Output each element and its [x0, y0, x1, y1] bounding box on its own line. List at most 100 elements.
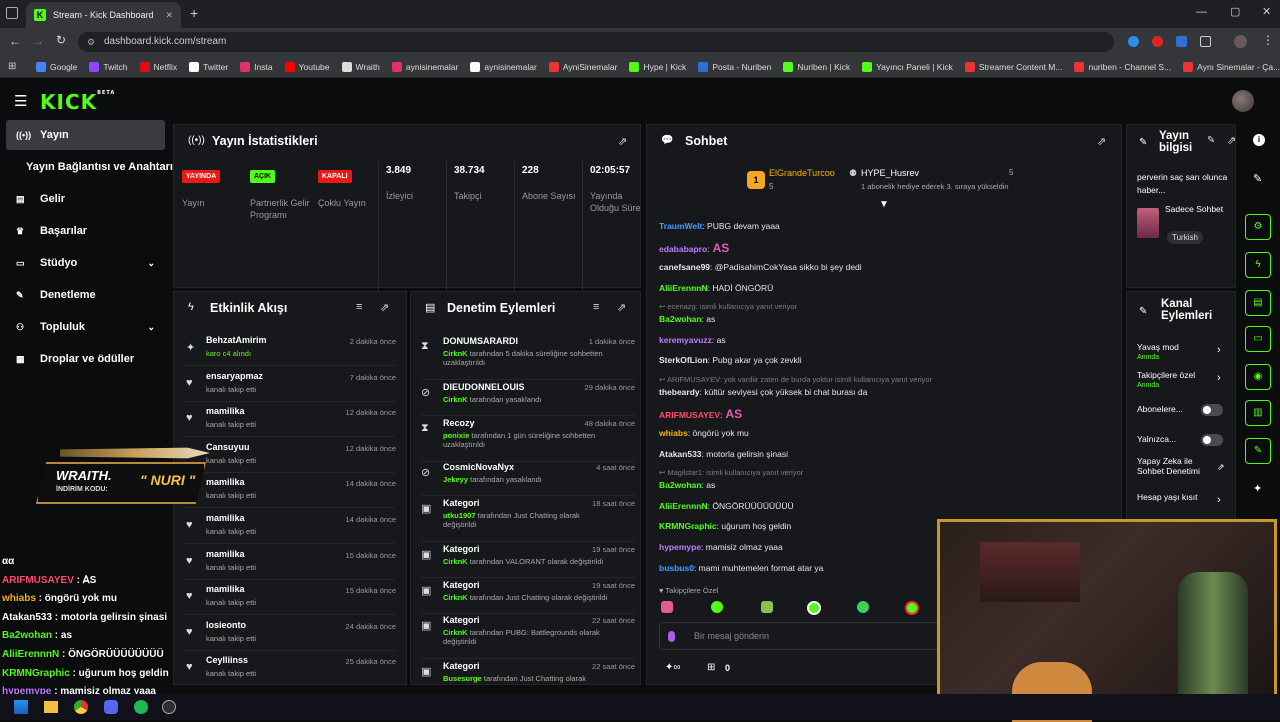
- browser-menu-icon[interactable]: ⋮: [1262, 33, 1274, 47]
- activity-username[interactable]: ensaryapmaz: [206, 371, 263, 381]
- moderation-row[interactable]: ▣ Kategori CirknK tarafından VALORANT olar…: [421, 544, 635, 578]
- moderation-row[interactable]: ▣ Kategori CirknK tarafından Just Chatting…: [421, 580, 635, 614]
- activity-row[interactable]: ♥ ensaryapmaz kanalı takip etti 7 dakika ön…: [184, 368, 396, 402]
- sidebar-item-3[interactable]: ▤ Gelir: [6, 184, 165, 214]
- restore-button[interactable]: ▢: [1230, 5, 1240, 18]
- chat-username[interactable]: Ba2wohan: [659, 314, 702, 324]
- activity-row[interactable]: ♥ losieonto kanalı takip etti 24 dakika önc…: [184, 617, 396, 651]
- chat-message[interactable]: Ba2wohan: as: [659, 480, 715, 490]
- channel-action-row[interactable]: Abonelere...: [1137, 404, 1229, 430]
- document-button[interactable]: ▤: [1245, 290, 1271, 316]
- reload-icon[interactable]: ↻: [56, 33, 66, 47]
- activity-username[interactable]: mamilika: [206, 477, 245, 487]
- bookmark-item[interactable]: Yayıncı Paneli | Kick: [862, 61, 953, 72]
- chat-input[interactable]: Bir mesaj gönderin: [659, 622, 939, 650]
- moderation-target[interactable]: DIEUDONNELOUIS: [443, 382, 525, 392]
- moderator-name[interactable]: CirknK: [443, 349, 468, 358]
- bookmark-item[interactable]: Netflix: [139, 61, 177, 72]
- moderation-target[interactable]: Recozy: [443, 418, 475, 428]
- bookmark-item[interactable]: Streamer Content M...: [964, 61, 1062, 72]
- popout-icon[interactable]: ⇗: [1227, 134, 1236, 147]
- channel-action-row[interactable]: Yapay Zeka ile Sohbet Denetimi ⇗: [1137, 456, 1229, 482]
- moderation-target[interactable]: Kategori: [443, 580, 480, 590]
- activity-row[interactable]: ♥ mamilika kanalı takip etti 12 dakika önce: [184, 403, 396, 438]
- chat-message[interactable]: keremyavuzz: as: [659, 335, 726, 345]
- tab-search-icon[interactable]: [6, 7, 18, 19]
- chat-message[interactable]: busbus0: mami muhtemelen format atar ya: [659, 563, 823, 573]
- chevron-down-icon[interactable]: ⌄: [147, 322, 155, 333]
- moderation-row[interactable]: ⧗ DONUMSARARDI CirknK tarafından 5 dakika …: [421, 336, 635, 380]
- activity-row[interactable]: ♥ mamilika kanalı takip etti 14 dakika önce: [184, 510, 396, 544]
- popout-icon[interactable]: ⇗: [618, 135, 627, 148]
- channel-action-row[interactable]: Takipçilere özel Anında ›: [1137, 370, 1229, 396]
- bookmark-item[interactable]: nuriben - Channel S...: [1074, 61, 1171, 72]
- moderation-row[interactable]: ⧗ Recozy ponixie tarafından 1 gün süreliği…: [421, 418, 635, 462]
- moderator-name[interactable]: CirknK: [443, 557, 468, 566]
- sidebar-item-1[interactable]: ((•)) Yayın: [6, 120, 165, 150]
- chat-message[interactable]: hypemype: mamisiz olmaz yaaa: [659, 542, 783, 552]
- bookmark-item[interactable]: Twitch: [89, 61, 128, 72]
- moderator-name[interactable]: CirknK: [443, 395, 468, 404]
- popout-icon[interactable]: ⇗: [380, 301, 389, 314]
- broadcast-button[interactable]: ◉: [1245, 364, 1271, 390]
- chevron-right-icon[interactable]: ›: [1217, 494, 1221, 506]
- activity-row[interactable]: ✦ BehzatAmirim karo c4 alındı 2 dakika önce: [184, 332, 396, 366]
- forward-icon[interactable]: →: [32, 34, 44, 48]
- bookmark-item[interactable]: Hype | Kick: [629, 61, 686, 72]
- activity-row[interactable]: ♥ Ceylliinss kanalı takip etti 25 dakika ön…: [184, 652, 396, 684]
- activity-username[interactable]: mamilika: [206, 549, 245, 559]
- activity-row[interactable]: ♥ mamilika kanalı takip etti 15 dakika önce: [184, 546, 396, 580]
- wrench-button[interactable]: ✎: [1245, 438, 1271, 464]
- chat-message[interactable]: AliiErennnN: ÖNGÖRÜÜÜÜÜÜÜÜ: [659, 501, 794, 511]
- emote-icon[interactable]: [905, 601, 919, 615]
- bookmark-item[interactable]: aynisinemalar: [470, 61, 537, 72]
- moderation-target[interactable]: Kategori: [443, 661, 480, 671]
- filter-icon[interactable]: ≡: [593, 301, 599, 313]
- chat-message[interactable]: ARIFMUSAYEV: AS: [659, 407, 742, 421]
- chat-message[interactable]: edababapro: AS: [659, 241, 729, 255]
- toggle-switch[interactable]: [1201, 434, 1223, 446]
- chat-username[interactable]: Ba2wohan: [659, 480, 702, 490]
- toggle-switch[interactable]: [1201, 404, 1223, 416]
- start-icon[interactable]: [14, 700, 28, 714]
- moderation-target[interactable]: Kategori: [443, 544, 480, 554]
- emote-icon[interactable]: [661, 601, 673, 613]
- discord-icon[interactable]: [104, 700, 118, 714]
- kick-logo[interactable]: KICKBETA: [40, 90, 115, 114]
- activity-username[interactable]: mamilika: [206, 406, 245, 416]
- tab-close-icon[interactable]: ✕: [165, 10, 173, 21]
- chevron-right-icon[interactable]: ›: [1217, 372, 1221, 384]
- sidebar-item-7[interactable]: ⚇ Topluluk ⌄: [6, 312, 165, 342]
- chat-username[interactable]: Atakan533: [659, 449, 702, 459]
- bookmark-item[interactable]: Youtube: [284, 61, 330, 72]
- activity-username[interactable]: mamilika: [206, 513, 245, 523]
- new-tab-button[interactable]: +: [190, 5, 198, 21]
- chrome-icon[interactable]: [74, 700, 88, 714]
- apps-grid-icon[interactable]: ⊞: [8, 61, 16, 72]
- chat-username[interactable]: keremyavuzz: [659, 335, 712, 345]
- activity-row[interactable]: ♥Cansuyuukanalı takip etti12 dakika önce: [184, 439, 396, 473]
- moderator-name[interactable]: utku1907: [443, 511, 476, 520]
- site-info-icon[interactable]: ⚙: [87, 32, 95, 52]
- bookmark-item[interactable]: aynisinemalar: [391, 61, 458, 72]
- bookmark-item[interactable]: Posta - Nuriben: [698, 61, 771, 72]
- moderation-row[interactable]: ▣ Kategori CirknK tarafından PUBG: Battleg…: [421, 615, 635, 659]
- chat-message[interactable]: TraumWelt: PUBG devam yaaa: [659, 221, 780, 231]
- chat-username[interactable]: busbus0: [659, 563, 694, 573]
- category-name[interactable]: Sadece Sohbet: [1165, 203, 1225, 215]
- activity-username[interactable]: losieonto: [206, 620, 246, 630]
- chat-message[interactable]: thebeardy: kültür seviyesi çok yüksek bi…: [659, 387, 867, 397]
- moderation-target[interactable]: CosmicNovaNyx: [443, 462, 514, 472]
- profile-avatar[interactable]: [1234, 35, 1247, 48]
- chat-message[interactable]: AliiErennnN: HADİ ÖNGÖRÜ: [659, 283, 773, 293]
- chat-username[interactable]: AliiErennnN: [659, 283, 708, 293]
- edit-icon[interactable]: ✎: [1207, 135, 1215, 146]
- sidebar-item-5[interactable]: ▭ Stüdyo ⌄: [6, 248, 165, 278]
- channel-action-row[interactable]: Hesap yaşı kısıt ›: [1137, 492, 1229, 518]
- chat-username[interactable]: AliiErennnN: [659, 501, 708, 511]
- chat-message[interactable]: whiabs: öngörü yok mu: [659, 428, 749, 438]
- chevron-down-icon[interactable]: ⌄: [147, 258, 155, 269]
- external-link-icon[interactable]: ⇗: [1217, 462, 1225, 473]
- chat-message[interactable]: SterkOfLion: Pubg akar ya çok zevkli: [659, 355, 802, 365]
- popout-icon[interactable]: ⇗: [1097, 135, 1106, 148]
